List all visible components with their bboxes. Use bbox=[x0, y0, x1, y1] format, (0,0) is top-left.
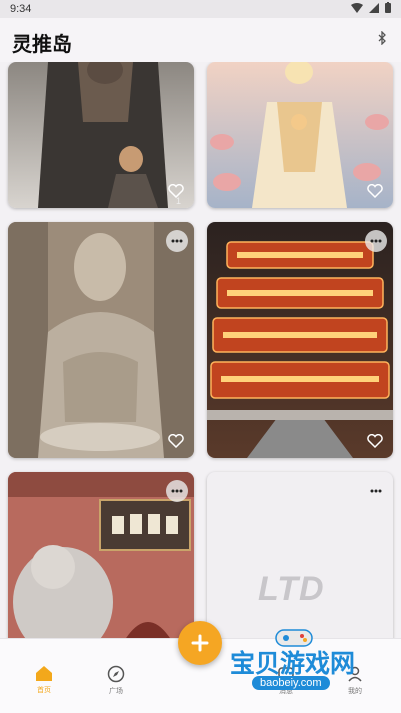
image-card-monk-child[interactable]: 1 bbox=[8, 62, 194, 208]
signal-icon bbox=[369, 2, 379, 13]
image-card-stone-buddha[interactable] bbox=[8, 222, 194, 458]
compass-icon bbox=[107, 665, 125, 683]
image-lotus-buddha bbox=[207, 62, 393, 208]
status-bar: 9:34 bbox=[0, 0, 401, 18]
more-options-button[interactable] bbox=[166, 480, 188, 502]
image-card-placeholder[interactable] bbox=[207, 472, 393, 638]
image-pagoda bbox=[207, 222, 393, 458]
image-card-temple-lion[interactable] bbox=[8, 472, 194, 638]
plus-icon bbox=[191, 634, 209, 652]
image-card-lotus-buddha[interactable] bbox=[207, 62, 393, 208]
status-time: 9:34 bbox=[10, 3, 32, 15]
heart-icon[interactable] bbox=[367, 184, 383, 198]
nav-square[interactable]: 广场 bbox=[86, 665, 146, 696]
nav-label: 首页 bbox=[37, 687, 51, 694]
placeholder-watermark: LTD bbox=[258, 570, 325, 608]
heart-icon[interactable] bbox=[168, 434, 184, 448]
image-monk-child bbox=[8, 62, 194, 208]
image-card-pagoda[interactable] bbox=[207, 222, 393, 458]
heart-icon[interactable] bbox=[367, 434, 383, 448]
more-icon bbox=[370, 489, 382, 493]
app-bar: 灵推岛 bbox=[0, 18, 401, 62]
nav-label: 广场 bbox=[109, 688, 123, 695]
more-icon bbox=[171, 489, 183, 493]
more-options-button[interactable] bbox=[166, 230, 188, 252]
more-options-button[interactable] bbox=[365, 480, 387, 502]
more-icon bbox=[370, 239, 382, 243]
create-button[interactable] bbox=[178, 621, 222, 665]
image-stone-buddha bbox=[8, 222, 194, 458]
wifi-icon bbox=[351, 2, 363, 13]
app-title: 灵推岛 bbox=[12, 34, 72, 56]
battery-icon bbox=[385, 2, 391, 13]
promo-watermark: 宝贝游戏网 baobeiy.com bbox=[222, 626, 372, 702]
more-icon bbox=[171, 239, 183, 243]
nav-home[interactable]: 首页 bbox=[14, 665, 74, 695]
more-options-button[interactable] bbox=[365, 230, 387, 252]
image-feed[interactable]: 1 bbox=[0, 62, 401, 638]
home-icon bbox=[36, 666, 52, 681]
image-temple-lion bbox=[8, 472, 194, 638]
like-count: 1 bbox=[175, 196, 181, 206]
bluetooth-icon[interactable] bbox=[377, 31, 387, 45]
system-icons bbox=[351, 2, 391, 13]
promo-url: baobeiy.com bbox=[252, 676, 330, 690]
promo-site-name: 宝贝游戏网 bbox=[230, 650, 356, 678]
